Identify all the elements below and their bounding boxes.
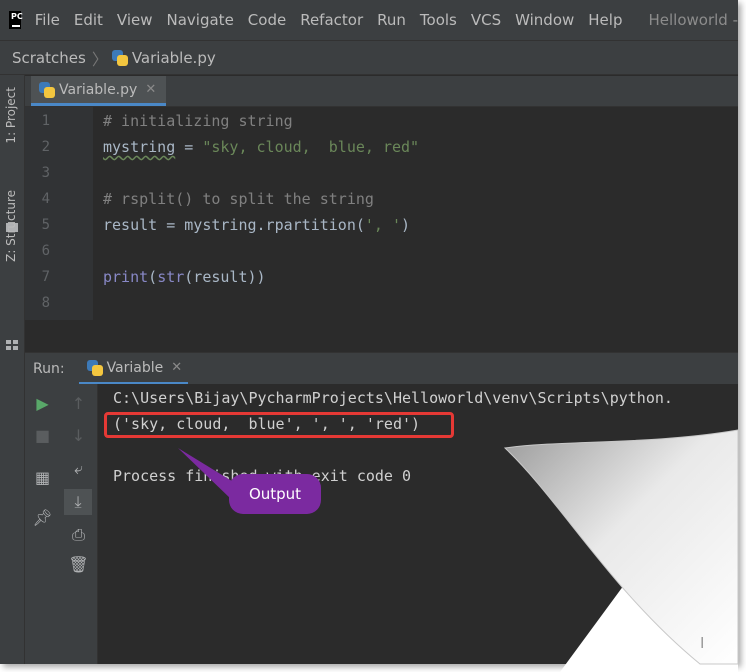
code-token-expr: (result)) bbox=[184, 268, 266, 286]
line-number: 3 bbox=[41, 165, 50, 181]
code-line-2: mystring = "sky, cloud, blue, red" bbox=[103, 138, 419, 156]
code-line-1: # initializing string bbox=[103, 112, 293, 130]
menu-bar: PC File Edit View Navigate Code Refactor… bbox=[0, 0, 738, 40]
stop-icon[interactable]: ■ bbox=[25, 426, 60, 445]
close-icon[interactable]: ✕ bbox=[171, 360, 182, 375]
python-file-icon bbox=[39, 81, 55, 98]
run-panel-label: Run: bbox=[33, 361, 65, 377]
rerun-icon[interactable]: ▶ bbox=[25, 394, 60, 413]
menu-view[interactable]: View bbox=[117, 11, 153, 29]
soft-wrap-icon[interactable]: ⤶ bbox=[60, 459, 97, 479]
navigation-bar: Scratches 〉 Variable.py bbox=[0, 40, 738, 75]
editor-tab-label: Variable.py bbox=[59, 81, 138, 98]
arrow-down-icon[interactable]: ↓ bbox=[60, 426, 97, 445]
code-token-expr: result = mystring.rpartition( bbox=[103, 216, 365, 234]
menu-tools[interactable]: Tools bbox=[420, 11, 457, 29]
menu-help[interactable]: Help bbox=[588, 11, 622, 29]
print-icon[interactable]: ⎙ bbox=[60, 525, 97, 545]
output-highlight-box bbox=[104, 412, 454, 438]
arrow-up-icon[interactable]: ↑ bbox=[60, 394, 97, 413]
code-token-operator: = bbox=[175, 138, 203, 156]
ide-window: PC File Edit View Navigate Code Refactor… bbox=[0, 0, 738, 664]
line-number-gutter: 1 2 3 4 5 6 7 8 bbox=[25, 107, 93, 320]
code-token-paren: ) bbox=[401, 216, 411, 234]
run-tab-variable[interactable]: Variable ✕ bbox=[78, 353, 189, 385]
run-tab-label: Variable bbox=[106, 359, 164, 376]
menu-refactor[interactable]: Refactor bbox=[300, 11, 363, 29]
menu-vcs[interactable]: VCS bbox=[471, 11, 501, 29]
breadcrumb-scratches[interactable]: Scratches bbox=[12, 49, 86, 67]
code-token-paren: ( bbox=[148, 268, 158, 286]
python-file-icon bbox=[111, 49, 128, 66]
code-line-5: result = mystring.rpartition(', ') bbox=[103, 216, 410, 234]
menu-navigate[interactable]: Navigate bbox=[167, 11, 234, 29]
run-panel-header: Run: Variable ✕ bbox=[25, 352, 738, 385]
line-number: 5 bbox=[41, 217, 50, 233]
layout-icon[interactable]: ▦ bbox=[25, 468, 60, 487]
line-number: 7 bbox=[41, 269, 50, 285]
pycharm-logo-icon: PC bbox=[9, 11, 23, 29]
code-token-string: "sky, cloud, blue, red" bbox=[202, 138, 420, 156]
editor-tab-variable-py[interactable]: Variable.py ✕ bbox=[31, 76, 167, 106]
line-number: 2 bbox=[41, 139, 50, 155]
menu-code[interactable]: Code bbox=[248, 11, 286, 29]
window-title: Helloworld - bbox=[648, 11, 738, 29]
code-editor[interactable]: # initializing string mystring = "sky, c… bbox=[93, 107, 738, 320]
editor-empty-area bbox=[25, 320, 738, 352]
line-number: 4 bbox=[41, 191, 50, 207]
menu-edit[interactable]: Edit bbox=[74, 11, 103, 29]
chevron-right-icon: 〉 bbox=[91, 49, 108, 69]
close-icon[interactable]: ✕ bbox=[145, 82, 156, 97]
run-toolbar-secondary: ↑ ↓ ⤶ ⤓ ⎙ 🗑︎ bbox=[60, 384, 98, 664]
code-token-variable: mystring bbox=[103, 138, 176, 156]
code-token-string: ', ' bbox=[364, 216, 402, 234]
menu-run[interactable]: Run bbox=[377, 11, 406, 29]
code-token-builtin: str bbox=[157, 268, 185, 286]
code-line-7: print(str(result)) bbox=[103, 268, 266, 286]
structure-tool-tab[interactable]: Z: Structure bbox=[4, 190, 18, 262]
structure-icon bbox=[6, 340, 18, 350]
menu-window[interactable]: Window bbox=[515, 11, 574, 29]
output-callout: Output bbox=[229, 474, 321, 514]
pin-icon[interactable]: 📌︎ bbox=[25, 508, 60, 527]
line-number: 8 bbox=[41, 295, 50, 311]
code-token-builtin: print bbox=[103, 268, 149, 286]
console-line-command: C:\Users\Bijay\PycharmProjects\Helloworl… bbox=[113, 389, 673, 407]
menu-file[interactable]: File bbox=[35, 11, 60, 29]
editor-tab-bar: Variable.py ✕ bbox=[25, 76, 738, 107]
code-line-4: # rsplit() to split the string bbox=[103, 190, 374, 208]
line-number: 1 bbox=[41, 113, 50, 129]
line-number: 6 bbox=[41, 243, 50, 259]
run-toolbar-primary: ▶ ■ ▦ 📌︎ bbox=[25, 384, 60, 664]
breadcrumb-file[interactable]: Variable.py bbox=[132, 49, 216, 67]
scroll-to-end-icon[interactable]: ⤓ bbox=[64, 489, 92, 515]
project-tool-tab[interactable]: 1: Project bbox=[4, 87, 18, 144]
python-file-icon bbox=[86, 359, 103, 376]
trash-icon[interactable]: 🗑︎ bbox=[60, 555, 97, 574]
left-tool-strip: 1: Project Z: Structure bbox=[0, 75, 25, 664]
